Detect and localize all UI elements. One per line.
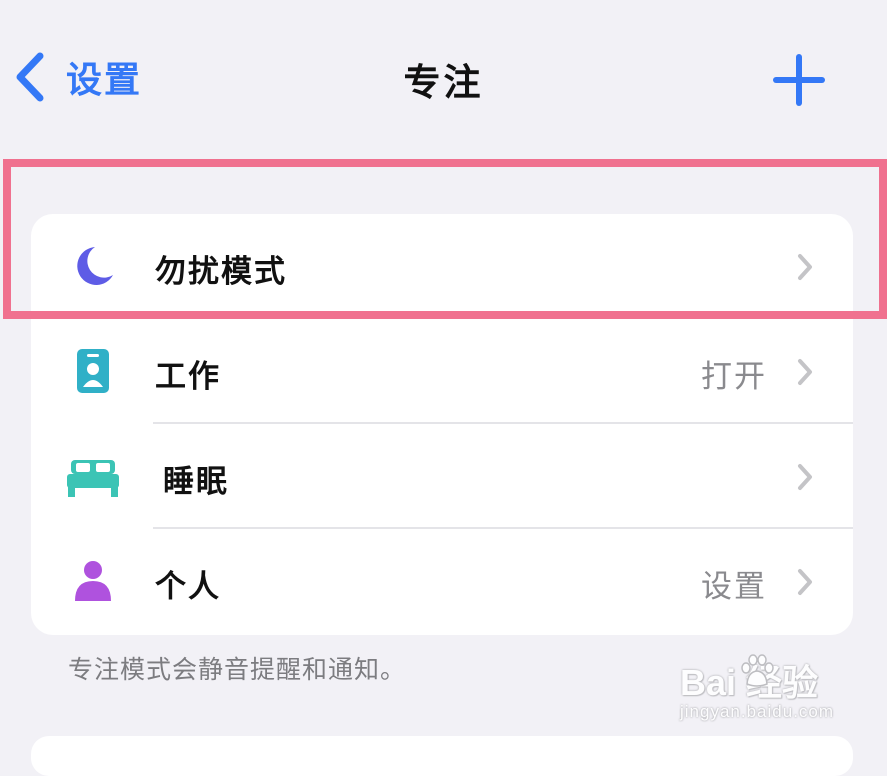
list-item-work[interactable]: 工作 打开 [31,319,853,424]
list-item-personal[interactable]: 个人 设置 [31,529,853,634]
watermark-site: jingyan.baidu.com [680,702,835,721]
id-badge-icon [65,349,121,393]
list-item-label: 勿扰模式 [155,254,287,290]
list-item-sleep[interactable]: 睡眠 [31,424,853,529]
bed-icon [65,454,121,498]
paw-icon [741,654,774,687]
chevron-right-icon [795,252,815,282]
person-icon [65,559,121,603]
watermark-logo: Bai 经验 jingyan.baidu.com [678,652,858,730]
footer-note: 专注模式会静音提醒和通知。 [68,655,407,684]
list-item-label: 工作 [155,359,221,395]
list-item-label: 睡眠 [163,464,229,500]
focus-modes-list: 勿扰模式 工作 打开 睡眠 个人 设置 [31,214,853,635]
add-button[interactable] [771,52,827,108]
list-item-do-not-disturb[interactable]: 勿扰模式 [31,214,853,319]
chevron-right-icon [795,357,815,387]
list-item-value: 设置 [701,569,767,605]
navigation-bar: 设置 专注 [0,0,887,150]
list-item-value: 打开 [701,359,767,395]
plus-icon [773,54,825,106]
page-title: 专注 [403,61,484,104]
list-item-label: 个人 [155,569,221,605]
moon-icon [65,244,121,288]
chevron-right-icon [795,567,815,597]
chevron-right-icon [795,462,815,492]
next-section-card [31,736,853,776]
